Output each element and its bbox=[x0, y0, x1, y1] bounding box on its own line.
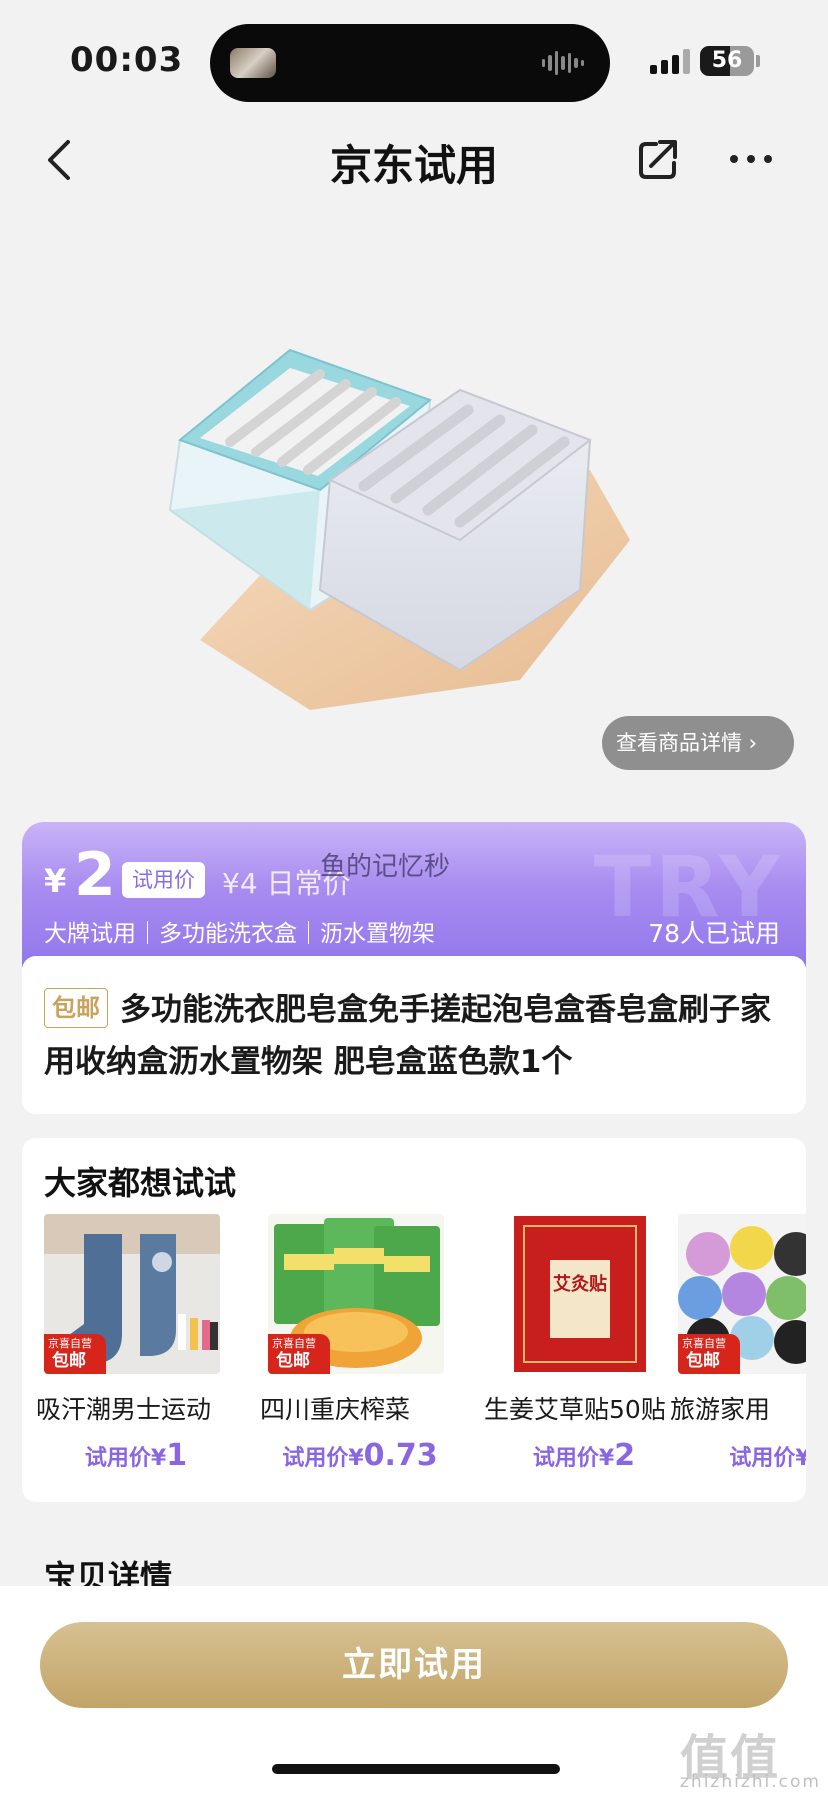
price-value: 0.73 bbox=[363, 1438, 438, 1473]
recommend-item-price: 试用价¥1 bbox=[36, 1438, 236, 1473]
price-value: 1 bbox=[166, 1438, 188, 1473]
recommend-item-name: 四川重庆榨菜 bbox=[260, 1395, 411, 1424]
price-banner: TRY ¥ 2 试用价 ¥4 日常价 鱼的记忆秒 大牌试用｜多功能洗衣盒｜沥水置… bbox=[22, 822, 806, 967]
site-watermark: 值值值 zhizhizhi.com bbox=[680, 1718, 828, 1796]
store-badge-bottom: 包邮 bbox=[52, 1351, 86, 1371]
share-icon[interactable] bbox=[636, 136, 680, 182]
product-title: 包邮 多功能洗衣肥皂盒免手搓起泡皂盒香皂盒刷子家用收纳盒沥水置物架 肥皂盒蓝色款1… bbox=[44, 984, 784, 1088]
media-thumbnail bbox=[230, 48, 276, 78]
trial-price: 2 bbox=[74, 840, 116, 910]
home-indicator[interactable] bbox=[272, 1764, 560, 1774]
recommend-item-price: 试用价¥0.73 bbox=[260, 1438, 460, 1473]
chevron-right-icon: › bbox=[742, 731, 758, 755]
battery-icon: 56 bbox=[700, 46, 754, 76]
recommend-item-name: 生姜艾草贴50贴 bbox=[484, 1395, 666, 1424]
battery-nub bbox=[756, 55, 760, 67]
recommend-item-name: 吸汗潮男士运动 bbox=[36, 1395, 212, 1424]
store-badge-bottom: 包邮 bbox=[686, 1351, 720, 1371]
view-details-label: 查看商品详情 bbox=[616, 731, 742, 755]
recommend-item-price: 试用价¥ bbox=[670, 1438, 806, 1473]
recommend-item-name: 旅游家用 bbox=[670, 1395, 771, 1424]
moxa-patch-image: 艾灸贴 bbox=[492, 1214, 668, 1374]
store-badge-top: 京喜自营 bbox=[272, 1337, 316, 1350]
socks-image: 京喜自营 包邮 bbox=[44, 1214, 220, 1374]
product-title-text: 多功能洗衣肥皂盒免手搓起泡皂盒香皂盒刷子家用收纳盒沥水置物架 肥皂盒蓝色款1个 bbox=[44, 992, 771, 1080]
view-details-button[interactable]: 查看商品详情 › bbox=[602, 716, 794, 770]
trash-bag-image: 京喜自营 包邮 bbox=[678, 1214, 806, 1374]
nav-bar: 京东试用 bbox=[0, 120, 828, 200]
battery-level: 56 bbox=[711, 48, 743, 73]
store-badge: 京喜自营 包邮 bbox=[268, 1334, 330, 1374]
store-badge: 京喜自营 包邮 bbox=[678, 1334, 740, 1374]
price-label: 试用价¥ bbox=[532, 1446, 615, 1471]
bottom-bar: 立即试用 值值值 zhizhizhi.com bbox=[0, 1586, 828, 1796]
status-bar: 00:03 56 bbox=[0, 0, 828, 120]
moxa-pack-text: 艾灸贴 bbox=[553, 1273, 607, 1295]
dynamic-island bbox=[210, 24, 610, 102]
trial-price-tag: 试用价 bbox=[122, 862, 205, 898]
price-label: 试用价¥ bbox=[84, 1446, 167, 1471]
product-title-card: 包邮 多功能洗衣肥皂盒免手搓起泡皂盒香皂盒刷子家用收纳盒沥水置物架 肥皂盒蓝色款1… bbox=[22, 956, 806, 1114]
store-badge-bottom: 包邮 bbox=[276, 1351, 310, 1371]
page-title: 京东试用 bbox=[329, 141, 498, 190]
recommend-item[interactable]: 京喜自营 包邮 吸汗潮男士运动 试用价¥1 bbox=[36, 1214, 226, 1494]
recommend-item[interactable]: 京喜自营 包邮 旅游家用 试用价¥ bbox=[670, 1214, 806, 1494]
product-hero: 查看商品详情 › bbox=[0, 200, 828, 800]
currency-symbol: ¥ bbox=[44, 862, 67, 900]
recommend-heading: 大家都想试试 bbox=[44, 1164, 237, 1202]
recommend-item[interactable]: 艾灸贴 生姜艾草贴50贴 试用价¥2 bbox=[484, 1214, 674, 1494]
price-label: 试用价¥ bbox=[282, 1446, 364, 1471]
author-watermark: 鱼的记忆秒 bbox=[320, 852, 451, 882]
store-badge-top: 京喜自营 bbox=[682, 1337, 726, 1350]
audio-wave-icon bbox=[542, 48, 584, 78]
site-watermark-url: zhizhizhi.com bbox=[680, 1772, 821, 1792]
recommend-card: 大家都想试试 京喜自营 包邮 吸汗潮男士运动 试用价¥1 京喜自营 包邮 四川重… bbox=[22, 1138, 806, 1502]
store-badge: 京喜自营 包邮 bbox=[44, 1334, 106, 1374]
free-shipping-badge: 包邮 bbox=[44, 988, 108, 1028]
price-label: 试用价¥ bbox=[729, 1446, 806, 1471]
try-now-button[interactable]: 立即试用 bbox=[40, 1622, 788, 1708]
soap-box-product-image[interactable] bbox=[160, 310, 680, 720]
store-badge-top: 京喜自营 bbox=[48, 1337, 92, 1350]
recommend-item-price: 试用价¥2 bbox=[484, 1438, 684, 1473]
cellular-signal-icon bbox=[650, 48, 692, 74]
status-time: 00:03 bbox=[70, 40, 184, 80]
pickle-image: 京喜自营 包邮 bbox=[268, 1214, 444, 1374]
more-options-icon[interactable] bbox=[728, 142, 774, 176]
recommend-item[interactable]: 京喜自营 包邮 四川重庆榨菜 试用价¥0.73 bbox=[260, 1214, 450, 1494]
product-tags: 大牌试用｜多功能洗衣盒｜沥水置物架 bbox=[44, 921, 435, 947]
tried-count: 78人已试用 bbox=[648, 919, 780, 948]
price-value: 2 bbox=[614, 1438, 636, 1473]
